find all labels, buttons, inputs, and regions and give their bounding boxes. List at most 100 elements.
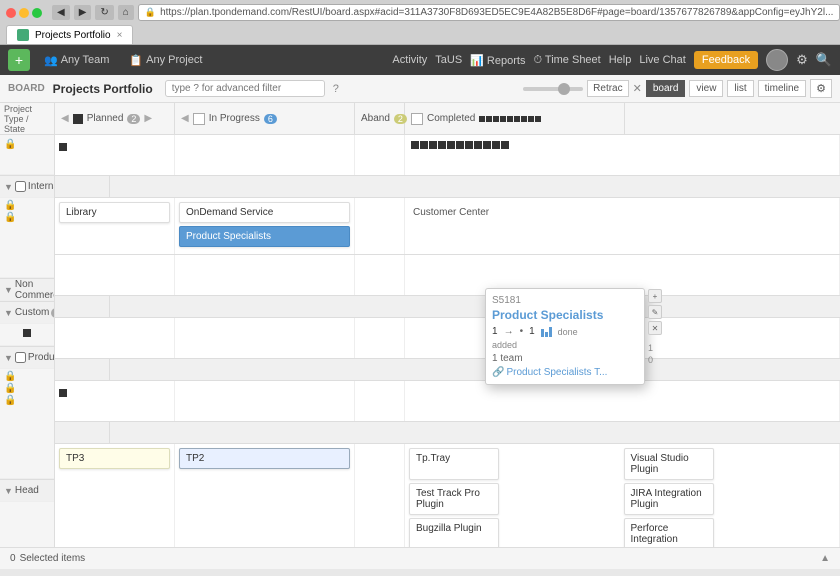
visual-studio-card[interactable]: Visual Studio Plugin (624, 448, 714, 480)
popup-action-3[interactable]: ✕ (648, 321, 662, 335)
search-icon[interactable]: 🔍 (816, 52, 832, 68)
lock-icon-product1: 🔒 (4, 371, 50, 382)
maximize-traffic-light[interactable] (32, 8, 42, 18)
popup-right-count2: 0 (648, 355, 662, 365)
board-view-button[interactable]: board (646, 80, 686, 97)
novalue-inprogress-cell (175, 135, 355, 175)
filter-input[interactable] (165, 80, 325, 97)
timesheet-link[interactable]: ⏱ Time Sheet (533, 54, 600, 67)
toggle-internal[interactable]: ▼ (4, 182, 13, 192)
internal-divider (55, 176, 840, 198)
completed-cb[interactable] (411, 113, 423, 125)
product-specialists-card[interactable]: Product Specialists (179, 226, 350, 247)
custom-divider (55, 359, 840, 381)
column-headers: ◀ Planned 2 ▶ ◀ In Progress 6 Aband 2 (55, 103, 840, 135)
reset-button[interactable]: Retrac (587, 80, 628, 97)
popup-card: S5181 Product Specialists 1 → • 1 done a… (485, 288, 645, 385)
popup-specialists-link[interactable]: 🔗 Product Specialists T... (492, 367, 638, 378)
list-view-button[interactable]: list (727, 80, 753, 97)
refresh-button[interactable]: ↻ (95, 5, 113, 20)
cb-product[interactable] (15, 352, 26, 363)
product-specialists-label: Product Specialists (186, 231, 271, 242)
popup-meta: 1 → • 1 done (492, 326, 638, 337)
feedback-button[interactable]: Feedback (694, 51, 758, 69)
close-traffic-light[interactable] (6, 8, 16, 18)
settings-icon[interactable]: ⚙ (796, 52, 808, 68)
bugzilla-card[interactable]: Bugzilla Plugin (409, 518, 499, 547)
nc-inprogress (175, 318, 355, 358)
test-track-card[interactable]: Test Track Pro Plugin (409, 483, 499, 515)
tab-bar: Projects Portfolio × (6, 25, 834, 44)
planned-arrow-left[interactable]: ◀ (61, 113, 69, 124)
zoom-slider[interactable] (523, 87, 583, 91)
custom-divider-header (55, 359, 110, 380)
test-track-label: Test Track Pro Plugin (416, 488, 480, 510)
inprogress-cb[interactable] (193, 113, 205, 125)
toggle-head[interactable]: ▼ (4, 486, 13, 496)
toggle-noncommercial[interactable]: ▼ (4, 285, 13, 295)
tab-title: Projects Portfolio (35, 30, 111, 41)
internal-inprogress-cell: OnDemand Service Product Specialists (175, 198, 355, 254)
noncommercial-divider-header (55, 296, 110, 317)
perforce-label: Perforce Integration (631, 523, 678, 545)
board-label: BOARD (8, 83, 45, 94)
filter-close-icon[interactable]: ✕ (633, 82, 642, 95)
help-link[interactable]: Help (609, 54, 632, 66)
traffic-lights (6, 8, 42, 18)
lock-icon-novalue: 🔒 (4, 139, 16, 150)
tab-close-icon[interactable]: × (117, 30, 123, 41)
team-label: Any Team (61, 54, 110, 66)
inprogress-col-header: ◀ In Progress 6 (175, 103, 355, 134)
row-product-1: TP3 TP2 Tp.Tray (55, 444, 840, 547)
planned-arrow-right[interactable]: ▶ (144, 113, 152, 124)
library-card[interactable]: Library (59, 202, 170, 223)
active-tab[interactable]: Projects Portfolio × (6, 25, 133, 44)
nav-right: Activity TaUS 📊 Reports ⏱ Time Sheet Hel… (392, 49, 832, 71)
project-selector[interactable]: 📋 Any Project (123, 50, 208, 71)
browser-chrome: ◀ ▶ ↻ ⌂ 🔒 https://plan.tpondemand.com/Re… (0, 0, 840, 45)
popup-action-1[interactable]: + (648, 289, 662, 303)
internal-completed-cell: Customer Center (405, 198, 840, 254)
team-icon: 👥 (44, 54, 58, 67)
tp3-card[interactable]: TP3 (59, 448, 170, 469)
reports-link[interactable]: 📊 Reports (470, 54, 525, 67)
timeline-view-button[interactable]: timeline (758, 80, 806, 97)
tp-tray-card[interactable]: Tp.Tray (409, 448, 499, 480)
tp2-card[interactable]: TP2 (179, 448, 350, 469)
perforce-card[interactable]: Perforce Integration (624, 518, 714, 547)
planned-count: 2 (127, 114, 140, 124)
taus-link[interactable]: TaUS (435, 54, 462, 66)
completed-label: Completed (427, 113, 475, 124)
popup-status-done: done (558, 327, 578, 337)
ondemand-card[interactable]: OnDemand Service (179, 202, 350, 223)
user-avatar[interactable] (766, 49, 788, 71)
back-button[interactable]: ◀ (52, 5, 70, 20)
popup-title[interactable]: Product Specialists (492, 308, 638, 322)
card-view-button[interactable]: view (689, 80, 723, 97)
customer-center-card[interactable]: Customer Center (413, 207, 489, 218)
popup-action-2[interactable]: ✎ (648, 305, 662, 319)
internal-1-cells: Library OnDemand Service Product Special… (55, 198, 840, 254)
header-right: Retrac ✕ board view list timeline ⚙ (523, 79, 832, 98)
board-settings-button[interactable]: ⚙ (810, 79, 832, 98)
filter-help-icon[interactable]: ? (333, 83, 339, 95)
livechat-link[interactable]: Live Chat (639, 54, 685, 66)
lock-icon-internal1: 🔒 (4, 200, 50, 211)
address-bar[interactable]: 🔒 https://plan.tpondemand.com/RestUI/boa… (138, 4, 840, 21)
team-selector[interactable]: 👥 Any Team (38, 50, 115, 71)
inprogress-arrow-left[interactable]: ◀ (181, 113, 189, 124)
toggle-product[interactable]: ▼ (4, 353, 13, 363)
mini-chart (541, 327, 552, 337)
library-card-label: Library (66, 207, 97, 218)
home-button[interactable]: ⌂ (118, 5, 134, 20)
expand-icon[interactable]: ▲ (820, 553, 830, 564)
novalue-completed-cell (405, 135, 840, 175)
toggle-custom[interactable]: ▼ (4, 308, 13, 318)
forward-button[interactable]: ▶ (74, 5, 92, 20)
minimize-traffic-light[interactable] (19, 8, 29, 18)
jira-card[interactable]: JIRA Integration Plugin (624, 483, 714, 515)
add-nav-button[interactable]: + (8, 49, 30, 71)
sidebar-group-head: ▼ Head (0, 480, 54, 547)
activity-link[interactable]: Activity (392, 54, 427, 66)
cb-internal[interactable] (15, 181, 26, 192)
